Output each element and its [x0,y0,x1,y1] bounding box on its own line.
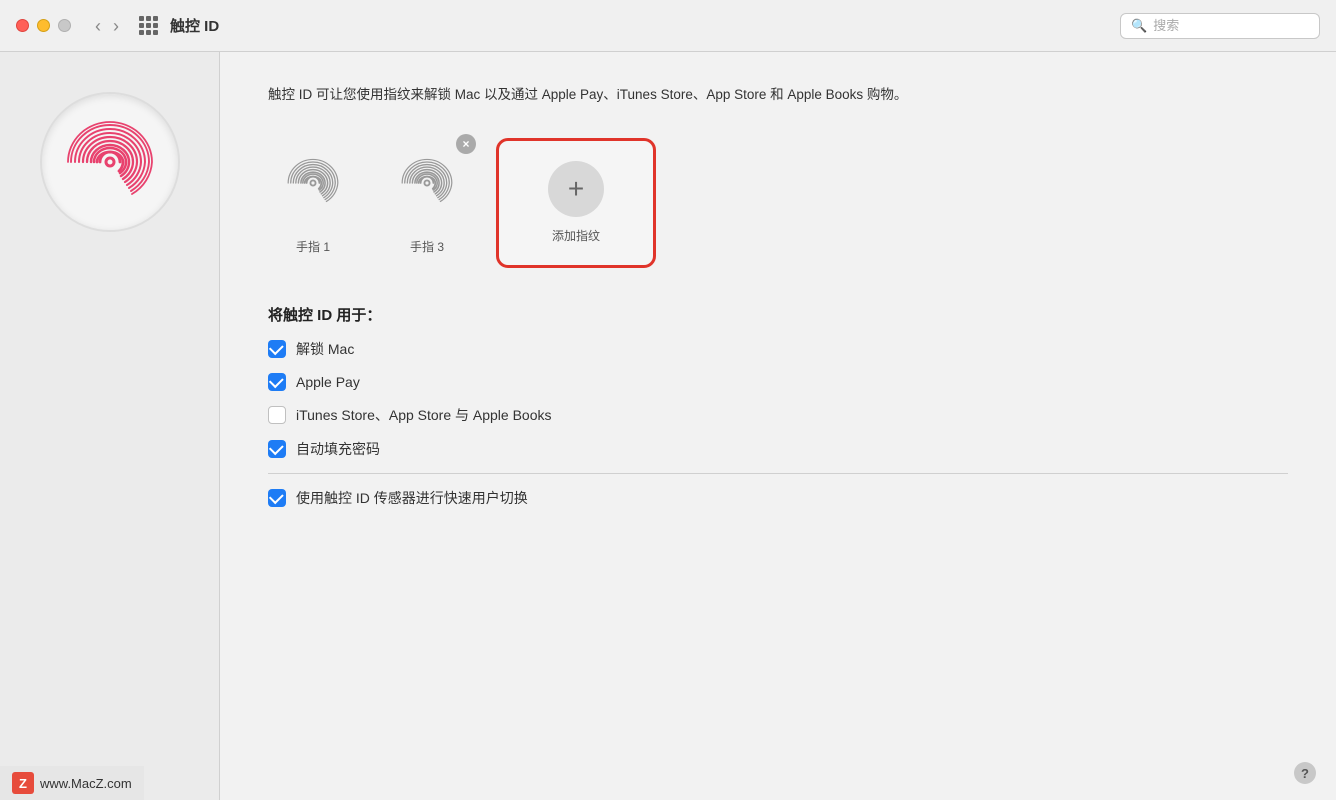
add-circle-icon: + [548,161,604,217]
checkbox-item-itunes: iTunes Store、App Store 与 Apple Books [268,405,1288,425]
checkbox-item-applepay: Apple Pay [268,373,1288,391]
page-title: 触控 ID [170,15,1120,36]
usage-section: 将触控 ID 用于： 解锁 Mac Apple Pay iT [268,304,1288,508]
close-button[interactable] [16,19,29,32]
fp-icon-wrap-1 [268,138,358,228]
traffic-lights [16,19,71,32]
main-content: 触控 ID 可让您使用指纹来解锁 Mac 以及通过 Apple Pay、iTun… [0,52,1336,800]
checkbox-item-userswitch: 使用触控 ID 传感器进行快速用户切换 [268,488,1288,508]
checkbox-checked-userswitch[interactable] [268,489,286,507]
help-button[interactable]: ? [1294,762,1316,784]
checkbox-label-applepay: Apple Pay [296,374,360,390]
checkbox-autofill[interactable] [268,440,286,458]
checkbox-unchecked-itunes[interactable] [268,406,286,424]
description-text: 触控 ID 可让您使用指纹来解锁 Mac 以及通过 Apple Pay、iTun… [268,84,948,106]
fingerprint-image [55,107,165,217]
usage-title: 将触控 ID 用于： [268,304,1288,325]
titlebar: ‹ › 触控 ID 🔍 [0,0,1336,52]
search-icon: 🔍 [1131,18,1147,34]
checkbox-userswitch[interactable] [268,489,286,507]
fp-icon-3 [392,148,462,218]
checkbox-label-itunes: iTunes Store、App Store 与 Apple Books [296,405,552,425]
checkbox-label-unlock: 解锁 Mac [296,339,354,359]
watermark: Z www.MacZ.com [0,766,144,800]
sidebar [0,52,220,800]
divider [268,473,1288,474]
maximize-button[interactable] [58,19,71,32]
search-box: 🔍 [1120,13,1320,39]
checkbox-item-unlock: 解锁 Mac [268,339,1288,359]
checkbox-checked-unlock[interactable] [268,340,286,358]
checkbox-applepay[interactable] [268,373,286,391]
detail-pane: 触控 ID 可让您使用指纹来解锁 Mac 以及通过 Apple Pay、iTun… [220,52,1336,800]
checkbox-label-autofill: 自动填充密码 [296,439,380,459]
add-fingerprint-card[interactable]: + 添加指纹 [496,138,656,268]
back-button[interactable]: ‹ [91,15,105,37]
fp-delete-button-3[interactable]: × [456,134,476,154]
fingerprint-card-1[interactable]: 手指 1 [268,138,358,255]
checkbox-itunes[interactable] [268,406,286,424]
watermark-logo: Z [12,772,34,794]
watermark-url: www.MacZ.com [40,776,132,791]
checkbox-checked-applepay[interactable] [268,373,286,391]
forward-button[interactable]: › [109,15,123,37]
fp-icon-1 [278,148,348,218]
nav-buttons: ‹ › [91,15,123,37]
fingerprint-cards: 手指 1 [268,138,1288,268]
grid-icon[interactable] [139,16,158,35]
fp-label-3: 手指 3 [410,238,444,255]
fp-label-1: 手指 1 [296,238,330,255]
add-plus-icon: + [568,173,584,205]
search-input[interactable] [1153,18,1309,33]
fingerprint-card-3[interactable]: × 手指 3 [382,138,472,255]
checkbox-checked-autofill[interactable] [268,440,286,458]
checkbox-item-autofill: 自动填充密码 [268,439,1288,459]
checkbox-unlock[interactable] [268,340,286,358]
add-fingerprint-label: 添加指纹 [552,227,600,244]
fingerprint-icon [40,92,180,232]
fp-icon-wrap-3: × [382,138,472,228]
checkbox-label-userswitch: 使用触控 ID 传感器进行快速用户切换 [296,488,528,508]
minimize-button[interactable] [37,19,50,32]
